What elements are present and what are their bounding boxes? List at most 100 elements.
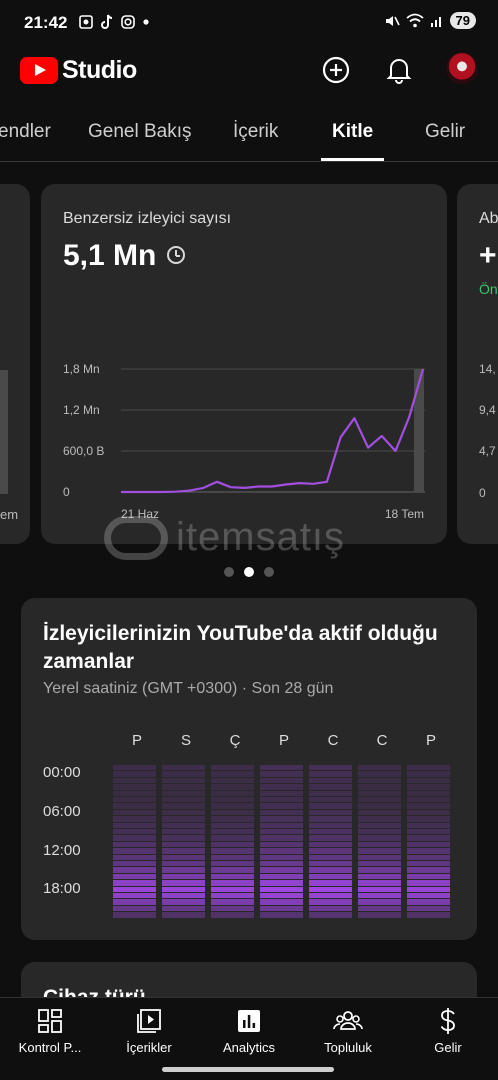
card-subtitle: Yerel saatiniz (GMT +0300) · Son 28 gün	[43, 680, 334, 697]
heatmap-cell	[113, 816, 156, 822]
heatmap-cell	[211, 816, 254, 822]
heatmap-cell	[162, 873, 205, 880]
heatmap-cell	[113, 854, 156, 860]
carousel-dot[interactable]	[264, 567, 274, 577]
heatmap-cell	[358, 880, 401, 886]
nav-analytics[interactable]: Analytics	[199, 1006, 299, 1055]
heatmap-cell	[309, 893, 352, 899]
nav-dashboard[interactable]: Kontrol P...	[0, 1006, 100, 1055]
heatmap-cell	[162, 854, 205, 860]
watermark: itemsatış	[104, 515, 345, 560]
analytics-icon	[238, 1010, 260, 1032]
heatmap-cell	[260, 790, 303, 796]
heatmap-cell	[260, 861, 303, 867]
heatmap-cell	[309, 829, 352, 835]
heatmap-cell	[309, 777, 352, 784]
nav-revenue[interactable]: Gelir	[398, 1006, 498, 1055]
tab-trends[interactable]: endler	[0, 121, 51, 143]
heatmap-cell	[407, 771, 450, 777]
heatmap-cell	[113, 867, 156, 873]
heatmap-cell	[407, 880, 450, 886]
heatmap-cell	[309, 880, 352, 886]
signal-icon	[430, 16, 441, 27]
content-icon	[137, 1009, 161, 1033]
card-sub-partial: Ön	[479, 281, 498, 297]
heatmap-cell	[309, 822, 352, 828]
heatmap-cell	[260, 797, 303, 803]
heatmap-cell	[358, 765, 401, 771]
heatmap-cell	[358, 848, 401, 854]
heatmap-cell	[113, 841, 156, 848]
heatmap-cell	[407, 797, 450, 803]
avatar[interactable]	[446, 52, 478, 84]
card-value-partial: +	[479, 239, 497, 272]
heatmap-cell	[309, 809, 352, 816]
tab-revenue[interactable]: Gelir	[425, 121, 465, 143]
notifications-button[interactable]	[383, 54, 415, 86]
heatmap-cell	[211, 841, 254, 848]
day-label: Ç	[229, 732, 241, 749]
heatmap-cell	[113, 905, 156, 912]
heatmap-cell	[211, 867, 254, 873]
heatmap-cell	[162, 848, 205, 854]
heatmap-cell	[211, 886, 254, 892]
heatmap-cell	[309, 841, 352, 848]
tab-overview[interactable]: Genel Bakış	[88, 121, 192, 143]
x-tick-label: em	[0, 507, 19, 522]
heatmap-cell	[309, 873, 352, 880]
heatmap-cell	[211, 912, 254, 918]
heatmap-cell	[358, 841, 401, 848]
nav-community[interactable]: Topluluk	[298, 1006, 398, 1055]
tab-content[interactable]: İçerik	[233, 121, 278, 143]
active-times-card[interactable]: İzleyicilerinizin YouTube'da aktif olduğ…	[21, 598, 477, 940]
carousel-dot[interactable]	[224, 567, 234, 577]
unique-viewers-card[interactable]: Benzersiz izleyici sayısı 5,1 Mn 1,8 Mn 1…	[41, 184, 447, 544]
heatmap-cell	[407, 867, 450, 873]
create-button[interactable]	[320, 54, 352, 86]
heatmap-cell	[407, 841, 450, 848]
y-tick-label: 1,8 Mn	[63, 362, 100, 376]
activity-heatmap	[113, 765, 456, 918]
heatmap-cell	[309, 784, 352, 790]
heatmap-cell	[113, 822, 156, 828]
heatmap-cell	[309, 790, 352, 796]
heatmap-cell	[113, 809, 156, 816]
heatmap-cell	[260, 854, 303, 860]
heatmap-cell	[162, 861, 205, 867]
previous-metric-card[interactable]: em	[0, 184, 30, 544]
heatmap-cell	[309, 835, 352, 841]
heatmap-cell	[309, 899, 352, 905]
heatmap-cell	[113, 848, 156, 854]
home-indicator[interactable]	[162, 1067, 334, 1072]
heatmap-cell	[260, 899, 303, 905]
heatmap-cell	[260, 803, 303, 809]
day-label: P	[278, 732, 289, 749]
heatmap-cell	[211, 905, 254, 912]
nav-content[interactable]: İçerikler	[99, 1006, 199, 1055]
y-tick-label: 600,0 B	[63, 444, 104, 458]
heatmap-cell	[260, 841, 303, 848]
heatmap-cell	[260, 771, 303, 777]
heatmap-cell	[260, 867, 303, 873]
status-time: 21:42	[24, 13, 68, 32]
next-metric-card[interactable]: Ab + Ön 14, 9,4 4,7 0	[457, 184, 498, 544]
heatmap-cell	[211, 765, 254, 771]
heatmap-cell	[211, 790, 254, 796]
heatmap-cell	[211, 809, 254, 816]
heatmap-cell	[358, 854, 401, 860]
heatmap-cell	[113, 886, 156, 892]
heatmap-cell	[407, 848, 450, 854]
heatmap-cell	[260, 905, 303, 912]
y-tick-label: 9,4	[479, 403, 496, 417]
carousel-dot-active[interactable]	[244, 567, 254, 577]
tab-audience[interactable]: Kitle	[332, 121, 373, 143]
heatmap-cell	[260, 835, 303, 841]
heatmap-cell	[407, 835, 450, 841]
youtube-studio-logo[interactable]: Studio	[20, 56, 137, 85]
heatmap-cell	[358, 797, 401, 803]
scrub-bar	[414, 369, 424, 492]
heatmap-cell	[309, 861, 352, 867]
heatmap-cell	[260, 912, 303, 918]
heatmap-cell	[211, 893, 254, 899]
dollar-icon	[440, 1008, 455, 1034]
